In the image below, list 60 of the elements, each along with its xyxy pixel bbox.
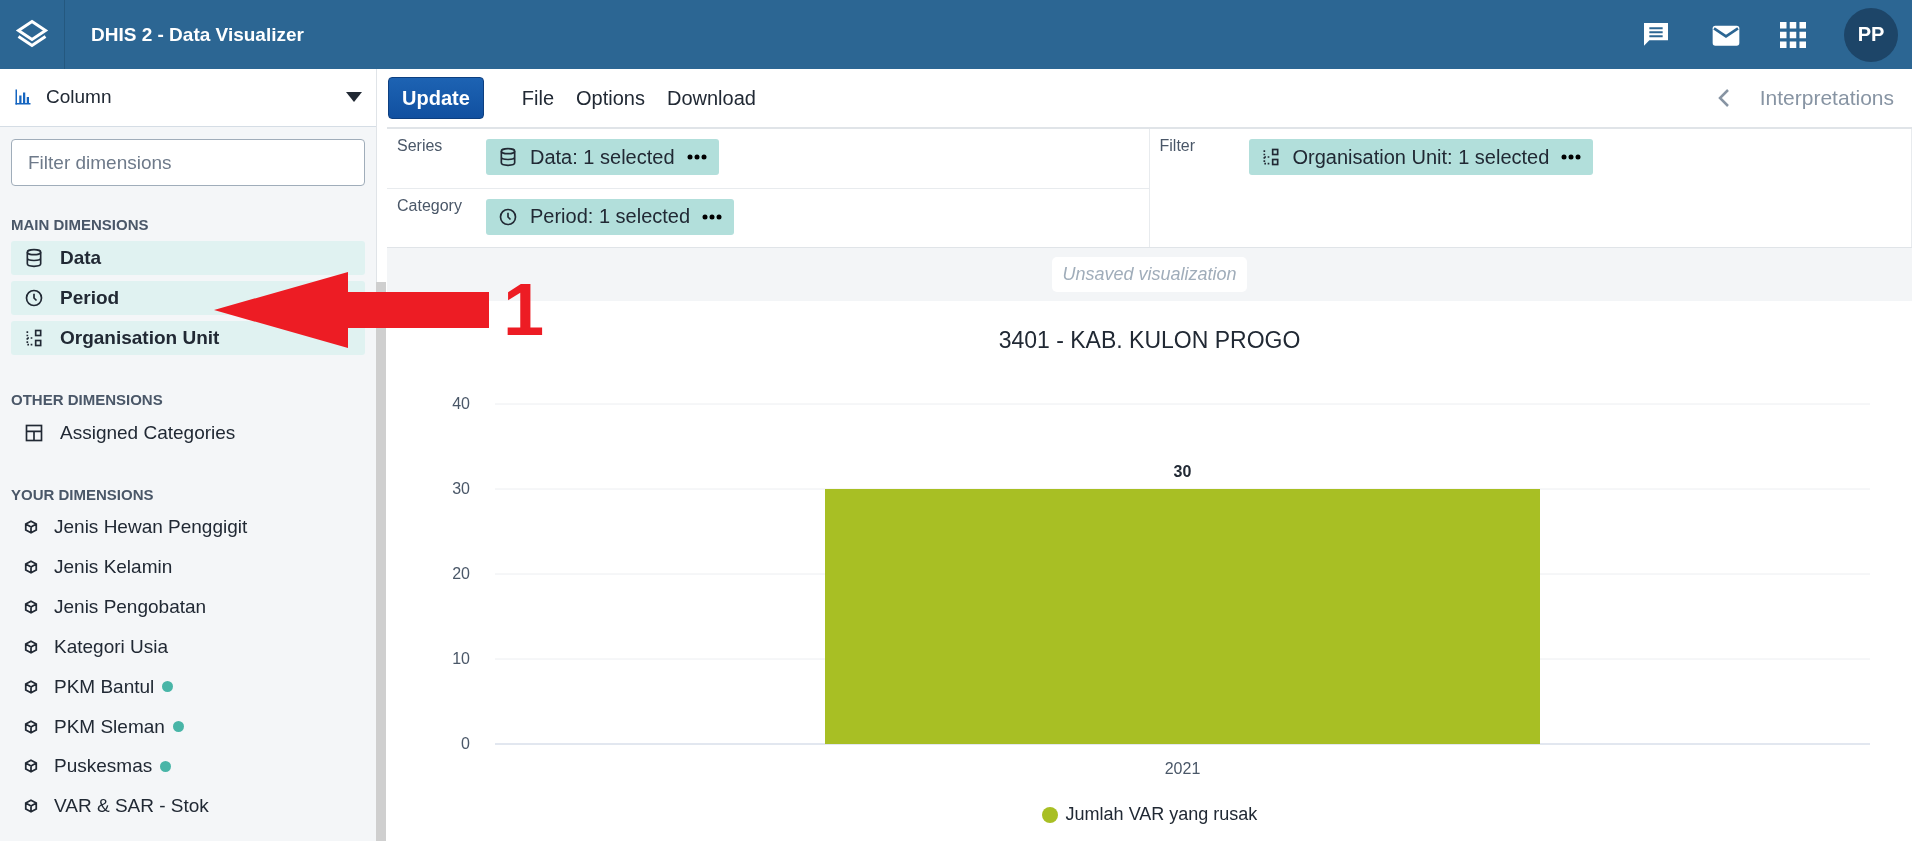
apps-grid-icon[interactable] bbox=[1780, 21, 1806, 48]
app-title: DHIS 2 - Data Visualizer bbox=[91, 23, 305, 46]
database-icon bbox=[498, 147, 518, 167]
cube-icon bbox=[24, 799, 38, 814]
dimension-item[interactable]: PKM Bantul bbox=[11, 669, 365, 704]
y-tick-label: 40 bbox=[451, 395, 470, 412]
axis-label: Filter bbox=[1159, 137, 1197, 156]
cube-icon bbox=[24, 759, 38, 774]
dimension-item[interactable]: Jenis Kelamin bbox=[11, 550, 365, 585]
y-tick-label: 20 bbox=[451, 565, 470, 582]
dimension-item[interactable]: Kategori Usia bbox=[11, 630, 365, 664]
chevron-left-icon bbox=[1717, 88, 1730, 108]
cube-icon bbox=[24, 560, 38, 575]
clock-icon bbox=[498, 206, 518, 227]
dimension-item[interactable]: Puskesmas bbox=[11, 749, 365, 784]
cube-icon bbox=[24, 639, 38, 654]
dimension-chip[interactable]: Period: 1 selected bbox=[486, 198, 735, 235]
more-icon bbox=[1561, 154, 1582, 160]
clock-icon bbox=[24, 288, 44, 309]
section-heading: OTHER DIMENSIONS bbox=[11, 390, 164, 408]
annotation-number: 1 bbox=[503, 273, 545, 347]
cube-icon bbox=[24, 679, 38, 694]
dimension-item[interactable]: PKM Sleman bbox=[11, 709, 365, 744]
section-heading: MAIN DIMENSIONS bbox=[11, 216, 150, 234]
filter-dimensions-field[interactable]: Filter dimensions bbox=[11, 138, 365, 187]
y-tick-label: 30 bbox=[451, 480, 470, 497]
axis-label: Series bbox=[397, 137, 444, 156]
legend-label[interactable]: Jumlah VAR yang rusak bbox=[1065, 804, 1258, 825]
menu-button[interactable]: Download bbox=[656, 86, 766, 110]
bar-value-label: 30 bbox=[1173, 463, 1191, 480]
column-chart-icon bbox=[14, 88, 32, 107]
database-icon bbox=[24, 248, 44, 269]
cube-icon bbox=[24, 719, 38, 734]
hierarchy-icon bbox=[24, 327, 44, 348]
more-icon bbox=[686, 154, 707, 160]
cube-icon bbox=[24, 520, 38, 535]
dimension-item[interactable]: VAR & SAR - Stok bbox=[11, 789, 365, 824]
x-axis-label: 2021 bbox=[1164, 760, 1200, 777]
chart-title: 3401 - KAB. KULON PROGO bbox=[998, 327, 1301, 354]
unsaved-status: Unsaved visualization bbox=[1052, 257, 1247, 292]
section-heading: YOUR DIMENSIONS bbox=[11, 485, 155, 503]
y-tick-label: 10 bbox=[451, 650, 470, 667]
menu-button[interactable]: File bbox=[511, 86, 565, 110]
dimension-item[interactable]: Jenis Pengobatan bbox=[11, 590, 365, 624]
cube-icon bbox=[24, 600, 38, 615]
y-tick-label: 0 bbox=[460, 735, 470, 752]
visualization-type-selector[interactable]: Column bbox=[0, 69, 376, 127]
user-avatar[interactable]: PP bbox=[1844, 7, 1898, 62]
scrollbar[interactable] bbox=[376, 282, 386, 841]
dimension-item[interactable]: Data bbox=[11, 241, 365, 276]
dimension-item[interactable]: Jenis Hewan Penggigit bbox=[11, 510, 365, 545]
table-icon bbox=[24, 422, 44, 443]
dimension-item[interactable]: Assigned Categories bbox=[11, 415, 365, 450]
update-button[interactable]: Update bbox=[388, 77, 484, 119]
dimension-chip[interactable]: Organisation Unit: 1 selected bbox=[1248, 139, 1594, 175]
dimension-chip[interactable]: Data: 1 selected bbox=[486, 139, 719, 175]
axis-label: Category bbox=[397, 196, 463, 216]
more-icon bbox=[702, 213, 723, 220]
dropdown-caret-icon bbox=[346, 92, 362, 103]
menu-button[interactable]: Options bbox=[566, 86, 655, 110]
